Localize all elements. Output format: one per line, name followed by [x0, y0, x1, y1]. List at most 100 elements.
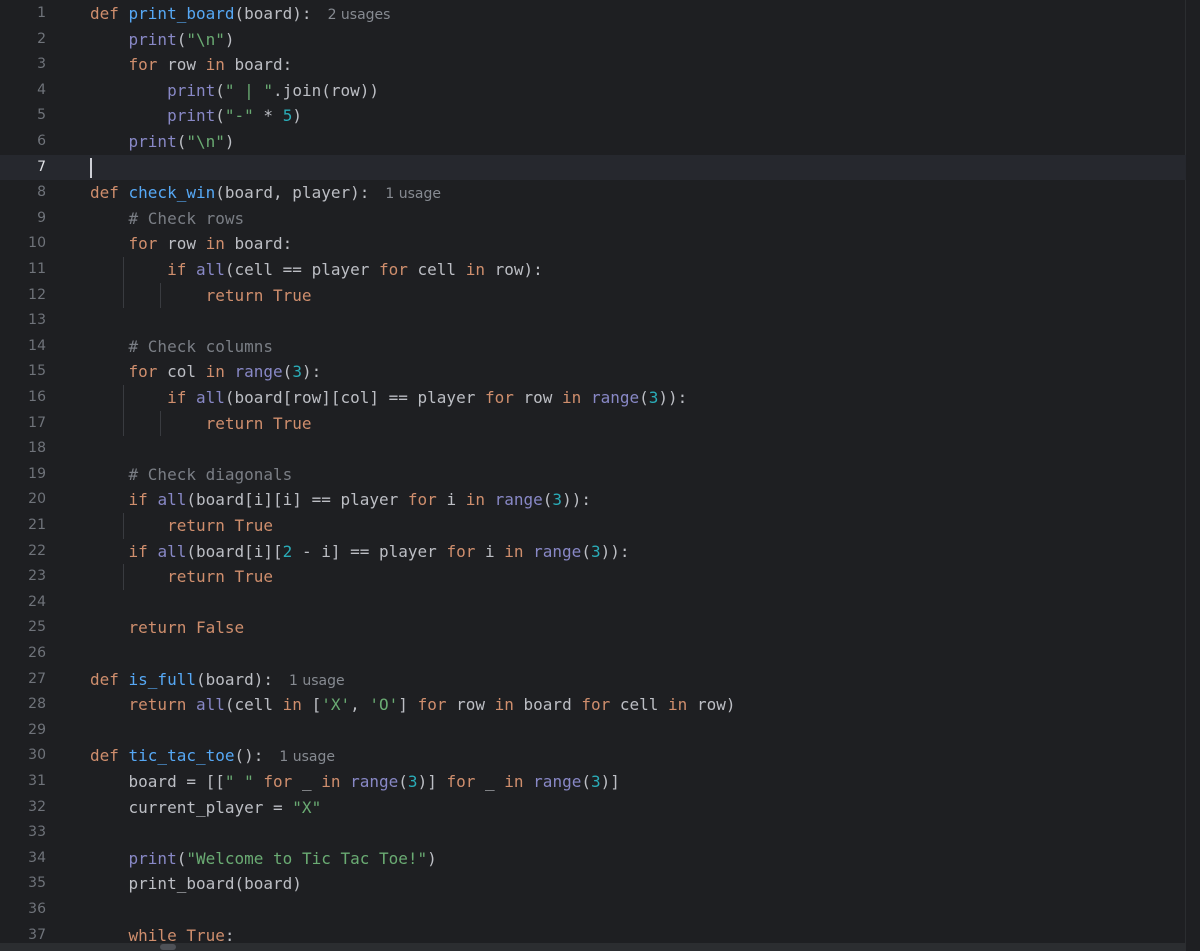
code-token: print [128, 132, 177, 151]
code-line[interactable]: 16 if all(board[row][col] == player for … [0, 385, 1186, 411]
code-line[interactable]: 23 return True [0, 564, 1186, 590]
code-token: range [350, 772, 399, 791]
indent-guide [123, 513, 125, 539]
code-line[interactable]: 28 return all(cell in ['X', 'O'] for row… [0, 692, 1186, 718]
usages-hint[interactable]: 1 usage [385, 186, 441, 202]
line-number: 22 [28, 542, 46, 559]
code-token: )] [600, 772, 620, 791]
code-text: print(" | ".join(row)) [90, 78, 379, 104]
code-line[interactable]: 6 print("\n") [0, 129, 1186, 155]
code-line[interactable]: 25 return False [0, 615, 1186, 641]
text-caret [90, 157, 92, 178]
code-line[interactable]: 27 def is_full(board): 1 usage [0, 667, 1186, 693]
code-token: (board[row][col] == player [224, 388, 485, 407]
code-line[interactable]: 33 [0, 820, 1186, 846]
code-line[interactable]: 12 return True [0, 283, 1186, 309]
code-line[interactable]: 5 print("-" * 5) [0, 103, 1186, 129]
code-token: 3 [648, 388, 659, 407]
code-text: # Check diagonals [90, 462, 293, 488]
code-token: ( [176, 132, 187, 151]
code-text: # Check columns [90, 334, 274, 360]
usages-hint[interactable]: 1 usage [279, 749, 335, 765]
code-line[interactable]: 37 while True: [0, 923, 1186, 949]
code-token: # Check diagonals [128, 464, 293, 484]
usages-hint[interactable]: 2 usages [328, 7, 391, 23]
code-line[interactable]: 8 def check_win(board, player): 1 usage [0, 180, 1186, 206]
code-line[interactable]: 15 for col in range(3): [0, 359, 1186, 385]
code-line[interactable]: 21 return True [0, 513, 1186, 539]
code-token: 3 [590, 772, 601, 791]
code-text: def check_win(board, player): 1 usage [90, 180, 441, 208]
code-text: return False [90, 615, 245, 641]
line-number: 30 [28, 747, 46, 764]
code-line[interactable]: 2 print("\n") [0, 27, 1186, 53]
code-line[interactable]: 3 for row in board: [0, 52, 1186, 78]
code-text: print_board(board) [90, 871, 302, 897]
indent-guide [123, 257, 125, 309]
code-token: in [494, 695, 524, 715]
code-token: all [157, 490, 187, 510]
code-token: for [484, 388, 524, 407]
line-number: 11 [28, 261, 46, 277]
code-token: (): [234, 746, 264, 766]
code-token: def [90, 4, 129, 23]
code-line[interactable]: 29 [0, 718, 1186, 744]
code-token: for [446, 772, 485, 791]
code-token: ( [282, 362, 293, 382]
code-line[interactable]: 22 if all(board[i][2 - i] == player for … [0, 539, 1186, 565]
code-line[interactable]: 9 # Check rows [0, 206, 1186, 232]
code-line[interactable]: 20 if all(board[i][i] == player for i in… [0, 487, 1186, 513]
code-token: " | " [224, 80, 274, 100]
code-line[interactable]: 17 return True [0, 411, 1186, 437]
code-line[interactable]: 36 [0, 897, 1186, 923]
line-number: 27 [28, 670, 46, 687]
code-line[interactable]: 34 print("Welcome to Tic Tac Toe!") [0, 846, 1186, 872]
line-number: 37 [28, 926, 46, 943]
code-line[interactable]: 1 def print_board(board): 2 usages [0, 1, 1186, 27]
line-number: 15 [28, 363, 46, 380]
code-token: board: [234, 55, 293, 75]
code-token: range [234, 362, 283, 382]
code-line[interactable]: 10 for row in board: [0, 231, 1186, 257]
code-token: * [253, 106, 283, 126]
code-line[interactable]: 14 # Check columns [0, 334, 1186, 360]
code-token: "\n" [186, 132, 225, 151]
code-line[interactable]: 11 if all(cell == player for cell in row… [0, 257, 1186, 283]
line-number: 1 [37, 5, 46, 21]
code-editor[interactable]: 1 def print_board(board): 2 usages 2 print(… [0, 0, 1200, 951]
code-line[interactable]: 30 def tic_tac_toe(): 1 usage [0, 743, 1186, 769]
code-line[interactable]: 24 [0, 590, 1186, 616]
code-line[interactable]: 18 [0, 436, 1186, 462]
indent-guide [123, 564, 125, 590]
code-text: board = [[" " for _ in range(3)] for _ i… [90, 769, 620, 795]
code-line[interactable]: 19 # Check diagonals [0, 462, 1186, 488]
code-line[interactable]: 31 board = [[" " for _ in range(3)] for … [0, 769, 1186, 795]
usages-hint[interactable]: 1 usage [289, 673, 345, 689]
line-number: 19 [28, 465, 46, 482]
code-token: check_win [128, 183, 216, 203]
code-line[interactable]: 13 [0, 308, 1186, 334]
code-text: for col in range(3): [90, 359, 322, 385]
code-token: for [128, 234, 168, 254]
code-token: range [533, 772, 582, 791]
code-line[interactable]: 26 [0, 641, 1186, 667]
code-line[interactable]: 7 [0, 154, 1186, 181]
code-line[interactable]: 4 print(" | ".join(row)) [0, 78, 1186, 104]
code-token: i [446, 490, 466, 510]
line-number: 4 [37, 81, 46, 98]
code-token: (board, player): [215, 183, 370, 203]
code-token: 3 [590, 541, 601, 561]
vertical-scrollbar[interactable] [1185, 0, 1200, 951]
line-number: 3 [37, 56, 46, 73]
code-line[interactable]: 35 print_board(board) [0, 871, 1186, 897]
code-token: range [590, 388, 640, 407]
code-line[interactable]: 32 current_player = "X" [0, 795, 1186, 821]
code-token: for [407, 490, 447, 510]
